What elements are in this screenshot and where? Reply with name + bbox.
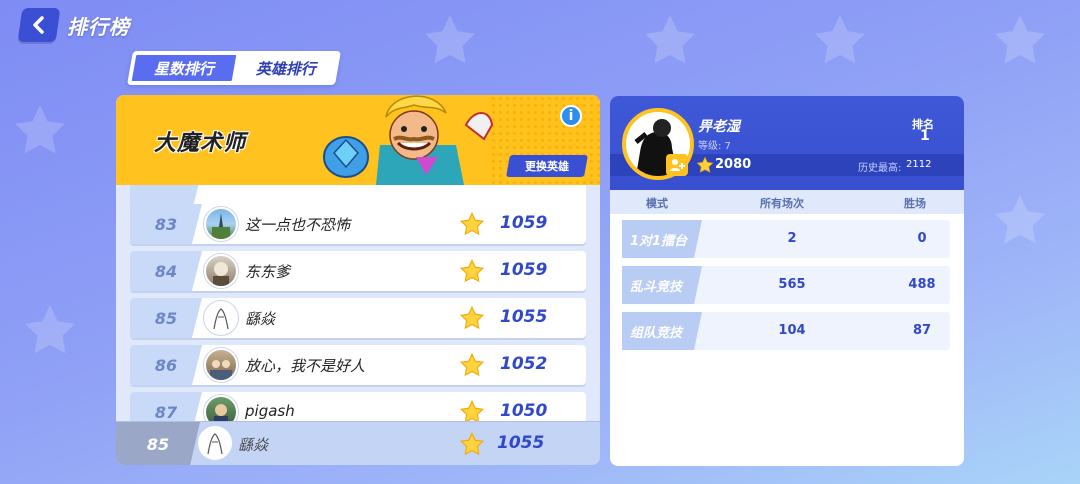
table-row[interactable]: 84 东东爹 1059 [130,251,586,291]
tab-hero-ranking[interactable]: 英雄排行 [233,53,338,83]
stats-mode: 1对1擂台 [622,220,702,258]
my-star-score: 1055 [497,433,545,453]
bg-star-icon [645,15,695,64]
column-header-total: 所有场次 [760,197,804,210]
bg-star-icon [995,15,1045,64]
bg-star-icon [995,195,1045,244]
avatar [204,207,238,241]
hero-portrait [323,95,494,185]
profile-star-count: 2080 [715,157,752,172]
star-score: 1050 [500,401,548,421]
stats-row: 1对1擂台 2 0 [622,220,950,258]
rank-number: 84 [130,251,202,291]
my-rank-row: 85 繇焱 1055 [116,421,600,465]
player-name: 繇焱 [245,310,276,328]
player-name: 放心，我不是好人 [245,357,366,375]
stats-row: 组队竞技 104 87 [622,312,950,350]
ranking-tabs: 星数排行 英雄排行 [127,51,341,85]
profile-name: 畀老湿 [698,119,740,135]
star-score: 1059 [500,213,548,233]
stats-wins: 0 [917,231,927,246]
hero-name: 大魔术师 [154,131,247,156]
stats-mode: 乱斗竞技 [622,266,702,304]
stats-row: 乱斗竞技 565 488 [622,266,950,304]
chevron-left-icon [33,16,44,34]
bg-star-icon [15,105,65,154]
star-icon [696,156,714,173]
my-player-name: 繇焱 [238,436,269,454]
rank-number: 83 [130,204,202,244]
column-header-wins: 胜场 [904,197,926,210]
change-hero-button[interactable]: 更换英雄 [506,155,588,177]
table-row[interactable]: 85 繇焱 1055 [130,298,586,338]
avatar [204,254,238,288]
stats-total: 2 [787,231,797,246]
star-score: 1059 [500,260,548,280]
player-name: 这一点也不恐怖 [245,216,351,234]
player-name: pigash [245,402,295,420]
stats-total: 565 [778,277,806,292]
info-icon[interactable]: i [560,105,582,127]
profile-header: 畀老湿 等级: 7 2080 历史最高: 2112 排名 1 [610,96,964,190]
avatar [198,426,232,460]
bg-star-icon [25,305,75,354]
avatar [204,348,238,382]
star-icon [459,431,485,456]
my-rank-number: 85 [116,422,200,465]
table-row[interactable]: 83 这一点也不恐怖 1059 [130,204,586,244]
history-high-value: 2112 [906,159,932,170]
star-score: 1052 [500,354,548,374]
page-title: 排行榜 [67,15,130,39]
stats-total: 104 [778,323,806,338]
history-high-label: 历史最高: [858,163,902,174]
rank-number: 86 [130,345,202,385]
hero-banner: 大魔术师 i 更换英雄 [116,95,600,185]
rank-value: 1 [920,128,930,144]
star-score: 1055 [500,307,548,327]
player-name: 东东爹 [245,263,291,281]
star-icon [459,258,485,283]
star-icon [459,352,485,377]
bg-star-icon [815,15,865,64]
star-icon [459,211,485,236]
stats-mode: 组队竞技 [622,312,702,350]
stats-header: 模式 所有场次 胜场 [610,190,964,214]
stats-wins: 87 [912,323,932,338]
bg-star-icon [425,15,475,64]
profile-level: 等级: 7 [698,141,731,152]
leaderboard-panel: 83 这一点也不恐怖 1059 84 东东爹 1059 85 繇焱 1055 8… [116,95,600,465]
rank-number: 85 [130,298,202,338]
back-button[interactable] [17,8,61,42]
tab-star-ranking[interactable]: 星数排行 [129,53,239,83]
stats-wins: 488 [908,277,936,292]
add-friend-icon[interactable] [666,154,688,176]
table-row[interactable]: 86 放心，我不是好人 1052 [130,345,586,385]
column-header-mode: 模式 [646,197,668,210]
player-profile-panel: 畀老湿 等级: 7 2080 历史最高: 2112 排名 1 模式 所有场次 胜… [610,96,964,466]
star-icon [459,305,485,330]
avatar [204,301,238,335]
